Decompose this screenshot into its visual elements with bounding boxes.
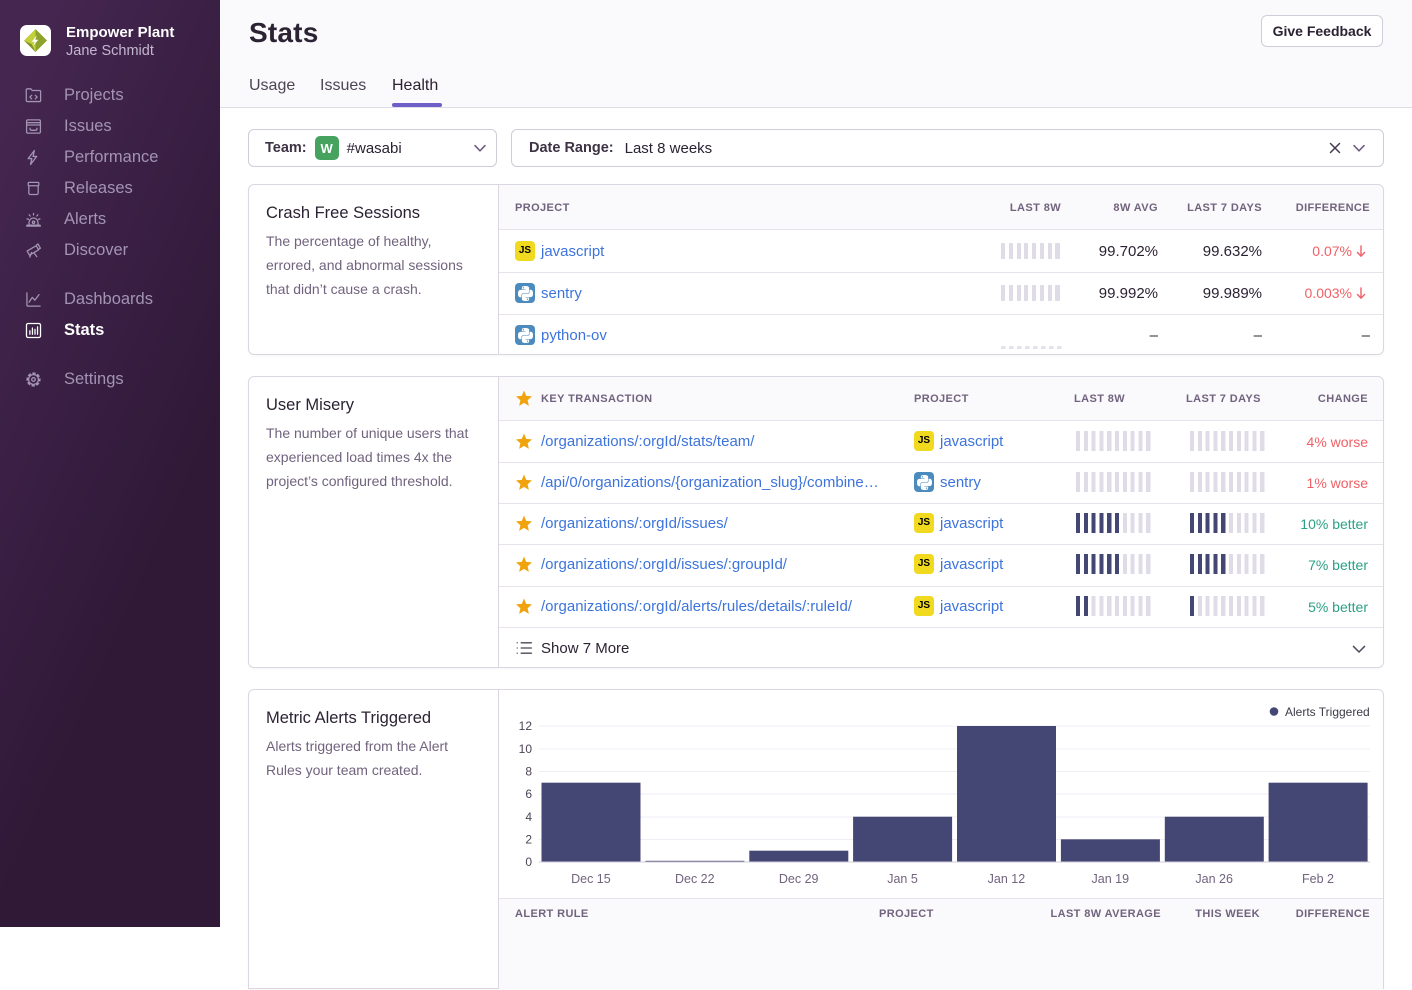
svg-text:Jan 5: Jan 5 [887, 872, 918, 886]
svg-text:Jan 19: Jan 19 [1092, 872, 1130, 886]
svg-text:Feb 2: Feb 2 [1302, 872, 1334, 886]
svg-text:0: 0 [525, 855, 532, 869]
svg-text:Dec 15: Dec 15 [571, 872, 611, 886]
svg-text:Jan 12: Jan 12 [988, 872, 1026, 886]
svg-text:2: 2 [525, 833, 532, 847]
svg-text:Jan 26: Jan 26 [1195, 872, 1233, 886]
svg-text:10: 10 [519, 742, 533, 756]
svg-text:6: 6 [525, 787, 532, 801]
svg-text:4: 4 [525, 810, 532, 824]
svg-text:Alerts Triggered: Alerts Triggered [1285, 705, 1370, 719]
svg-text:Dec 29: Dec 29 [779, 872, 819, 886]
svg-text:12: 12 [519, 719, 533, 733]
svg-text:Dec 22: Dec 22 [675, 872, 715, 886]
svg-text:8: 8 [525, 765, 532, 779]
